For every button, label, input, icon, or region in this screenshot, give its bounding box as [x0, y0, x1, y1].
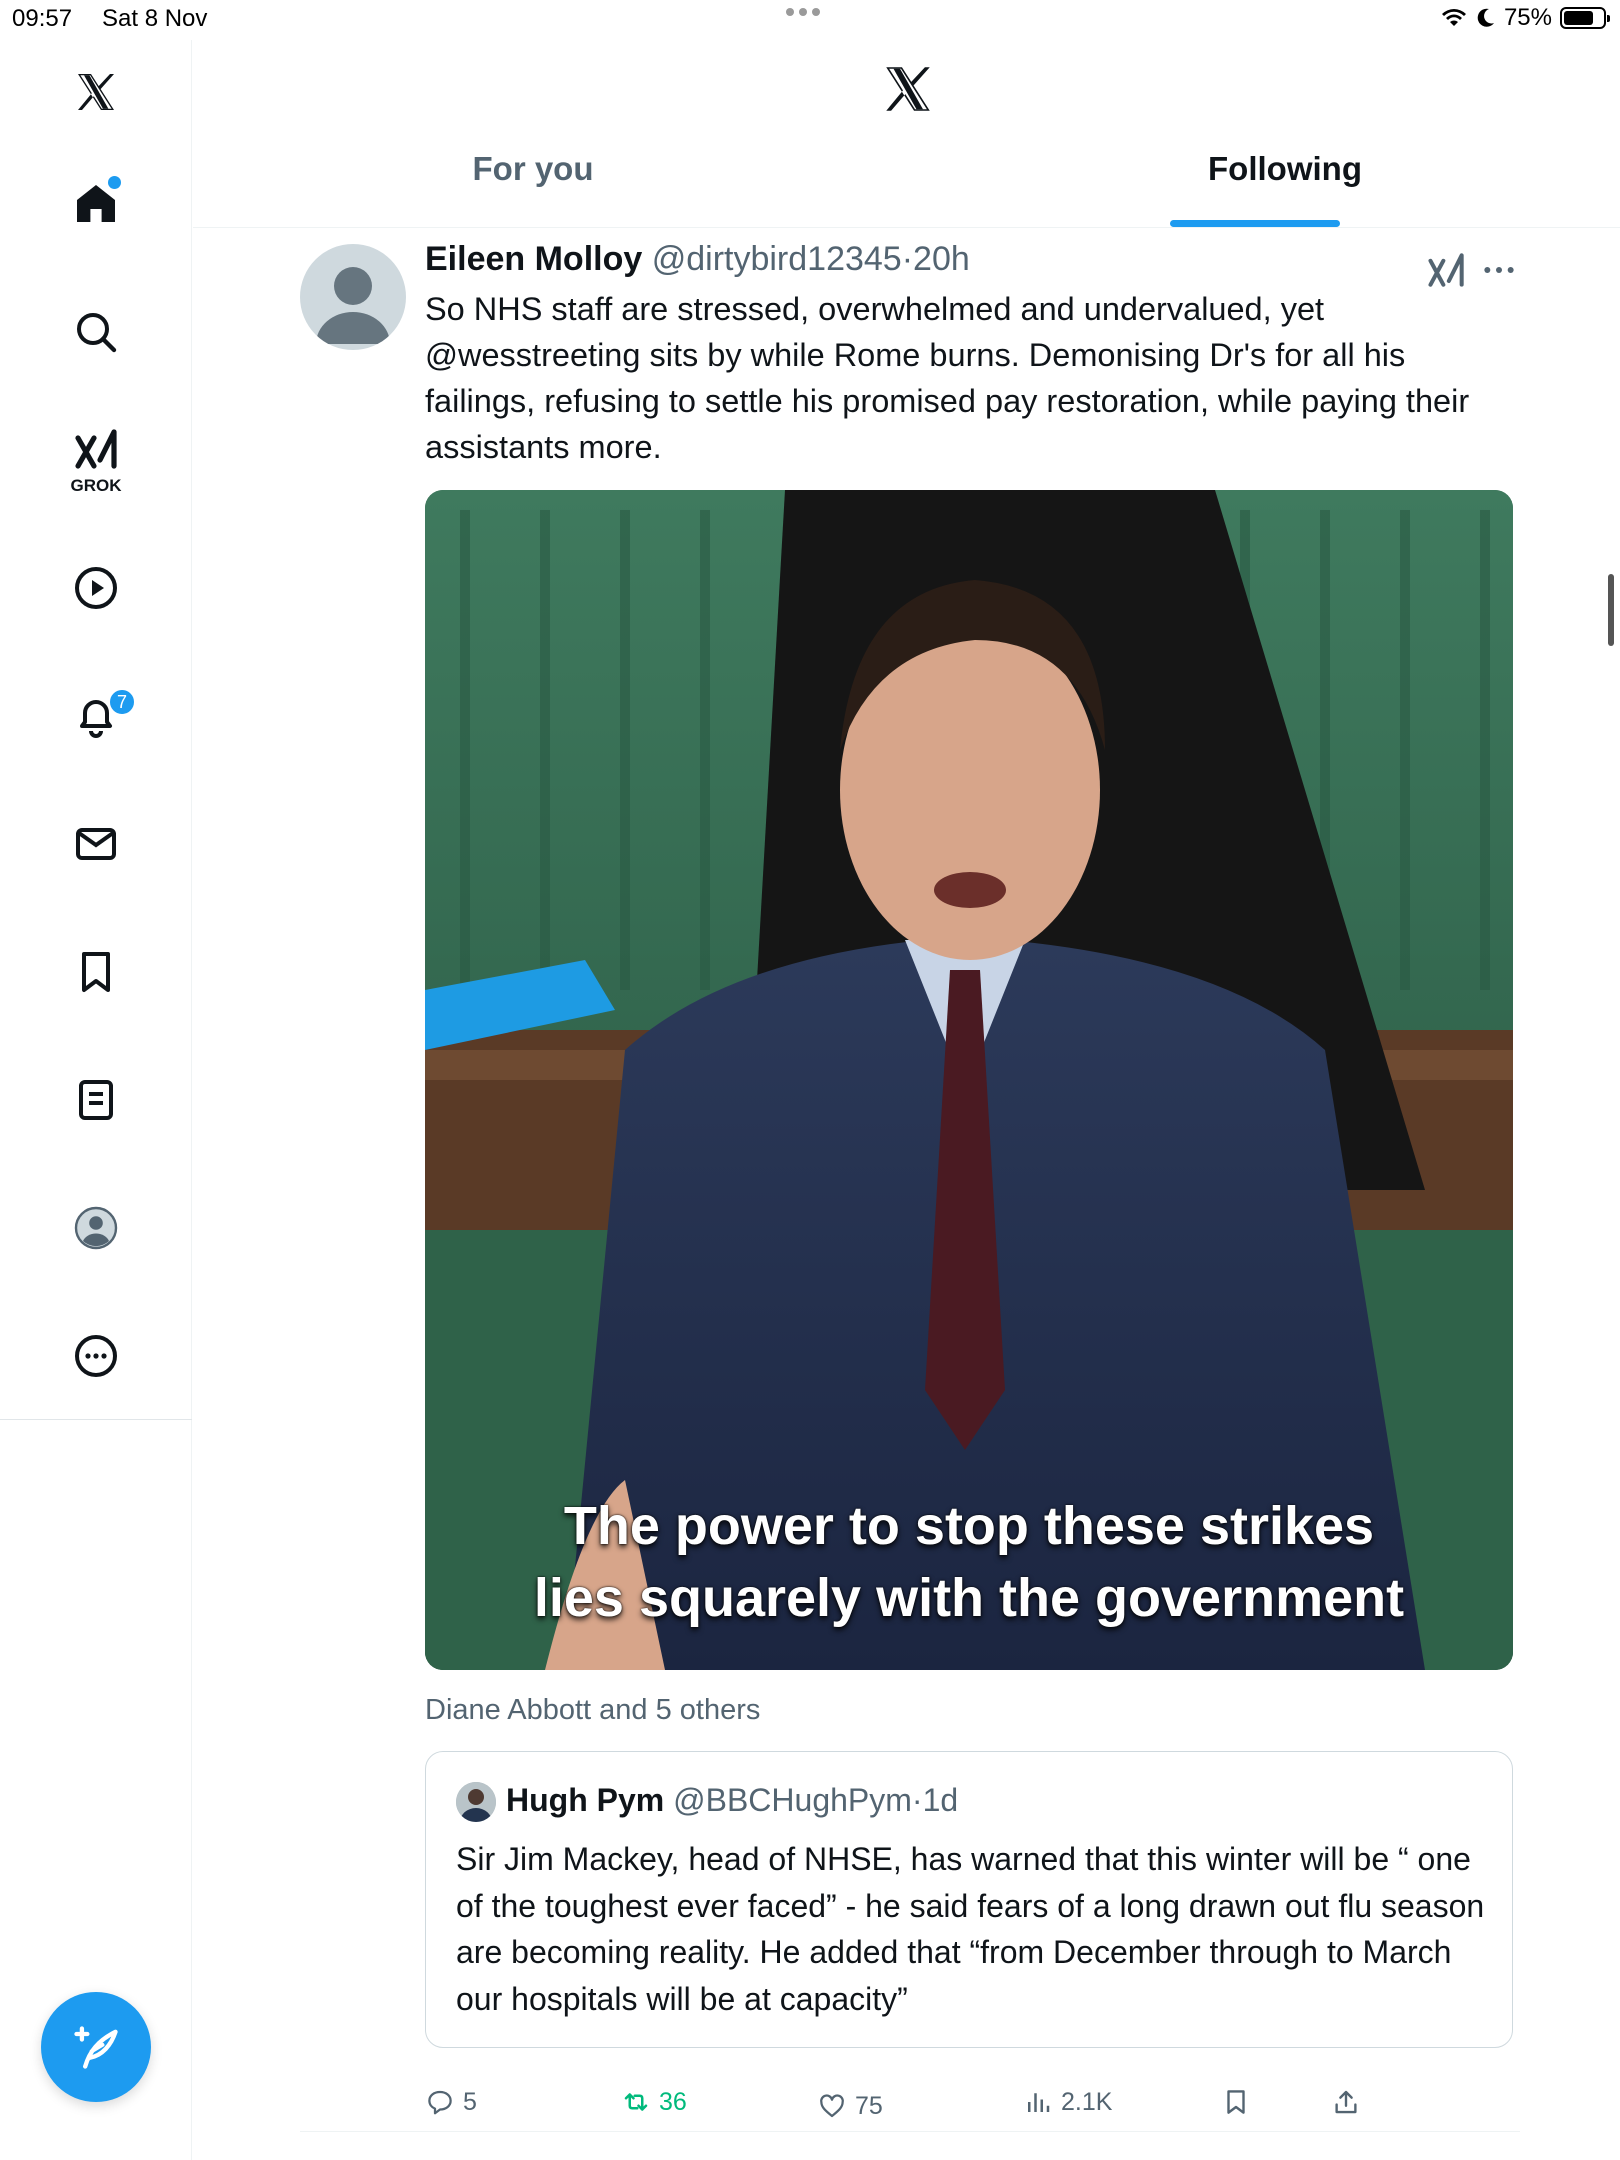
- bookmark-icon: [1227, 2090, 1245, 2114]
- bookmark-button[interactable]: [1221, 2072, 1251, 2132]
- like-button[interactable]: 75: [817, 2076, 883, 2136]
- tab-following[interactable]: Following: [1115, 150, 1455, 228]
- sidebar-item-grok[interactable]: GROK: [56, 420, 136, 500]
- sidebar-item-video[interactable]: [56, 548, 136, 628]
- sidebar-item-bookmarks[interactable]: [56, 932, 136, 1012]
- active-tab-indicator: [1170, 220, 1340, 227]
- avatar: [456, 1782, 496, 1822]
- caption-line: lies squarely with the government: [533, 1568, 1405, 1628]
- views-button[interactable]: 2.1K: [1023, 2072, 1112, 2132]
- x-logo-icon[interactable]: [56, 52, 136, 132]
- quote-author-handle: @BBCHughPym: [673, 1782, 912, 1818]
- tweet-actions: 5 36 75 2.1K: [425, 2072, 1525, 2132]
- compose-feather-icon: [74, 2026, 118, 2069]
- sidebar-item-more[interactable]: [56, 1316, 136, 1396]
- social-context[interactable]: Diane Abbott and 5 others: [425, 1694, 760, 1727]
- author-name[interactable]: Eileen Molloy: [425, 240, 642, 278]
- tweet-divider: [300, 2131, 1520, 2132]
- moon-icon: [1477, 8, 1494, 27]
- battery-percent: 75%: [1503, 4, 1552, 31]
- reply-count: 5: [463, 2087, 477, 2116]
- tweet-header: Eileen Molloy @dirtybird12345·20h: [425, 240, 970, 279]
- sidebar: GROK 7: [0, 40, 192, 2160]
- view-count: 2.1K: [1061, 2087, 1113, 2116]
- tweet[interactable]: Eileen Molloy @dirtybird12345·20h So NHS…: [193, 228, 1620, 2128]
- separator: ·: [901, 240, 914, 278]
- play-icon: [75, 567, 117, 609]
- repost-icon: [624, 2093, 648, 2111]
- caption-line: The power to stop these strikes: [563, 1496, 1375, 1556]
- repost-count: 36: [659, 2087, 687, 2116]
- tweet-video[interactable]: The power to stop these strikes lies squ…: [425, 490, 1513, 1670]
- profile-icon: [74, 1206, 118, 1250]
- views-chart-icon: [1028, 2093, 1050, 2112]
- sidebar-item-explore[interactable]: [56, 292, 136, 372]
- x-logo-icon[interactable]: [879, 60, 937, 118]
- sidebar-item-messages[interactable]: [56, 804, 136, 884]
- search-icon: [77, 313, 117, 353]
- repost-button[interactable]: 36: [621, 2072, 687, 2132]
- quote-header: Hugh Pym @BBCHughPym·1d: [506, 1782, 958, 1819]
- more-icon: [75, 1335, 117, 1377]
- share-icon: [1335, 2090, 1357, 2114]
- author-handle[interactable]: @dirtybird12345: [652, 240, 902, 278]
- status-indicators: 75%: [1440, 4, 1610, 32]
- video-caption: The power to stop these strikes lies squ…: [425, 1490, 1513, 1634]
- bookmark-icon: [82, 952, 110, 992]
- compose-button[interactable]: [41, 1992, 151, 2102]
- sidebar-item-profile[interactable]: [56, 1188, 136, 1268]
- timeline-header: For you Following: [193, 40, 1620, 228]
- battery-icon: [1560, 7, 1610, 29]
- multitasking-dots-icon[interactable]: [786, 8, 820, 16]
- heart-icon: [820, 2094, 844, 2118]
- unread-dot: [108, 176, 121, 189]
- notification-badge: 7: [108, 688, 136, 716]
- sidebar-divider: [0, 1419, 192, 1420]
- status-bar: 09:57 Sat 8 Nov 75%: [0, 0, 1620, 40]
- tab-for-you[interactable]: For you: [403, 150, 663, 228]
- separator: ·: [911, 1782, 923, 1818]
- tweet-text: So NHS staff are stressed, overwhelmed a…: [425, 291, 1470, 465]
- quote-text: Sir Jim Mackey, head of NHSE, has warned…: [456, 1841, 1485, 2017]
- reply-icon: [428, 2090, 452, 2115]
- grok-label: GROK: [70, 476, 122, 495]
- list-icon: [79, 1080, 113, 1120]
- sidebar-item-home[interactable]: [56, 164, 136, 244]
- status-date: Sat 8 Nov: [102, 5, 208, 32]
- mail-icon: [76, 828, 116, 860]
- avatar[interactable]: [300, 244, 406, 350]
- quote-timestamp: 1d: [922, 1782, 959, 1818]
- like-count: 75: [855, 2091, 883, 2120]
- sidebar-item-lists[interactable]: [56, 1060, 136, 1140]
- status-time: 09:57: [12, 5, 73, 32]
- wifi-icon: [1441, 9, 1466, 26]
- sidebar-item-notifications[interactable]: 7: [56, 676, 136, 756]
- grok-icon: [75, 429, 117, 469]
- reply-button[interactable]: 5: [425, 2072, 477, 2132]
- tweet-timestamp[interactable]: 20h: [913, 240, 970, 278]
- more-options-icon[interactable]: [1479, 250, 1519, 290]
- quoted-tweet[interactable]: Hugh Pym @BBCHughPym·1d Sir Jim Mackey, …: [425, 1751, 1513, 2048]
- quote-author-name: Hugh Pym: [506, 1782, 665, 1818]
- share-button[interactable]: [1331, 2072, 1361, 2132]
